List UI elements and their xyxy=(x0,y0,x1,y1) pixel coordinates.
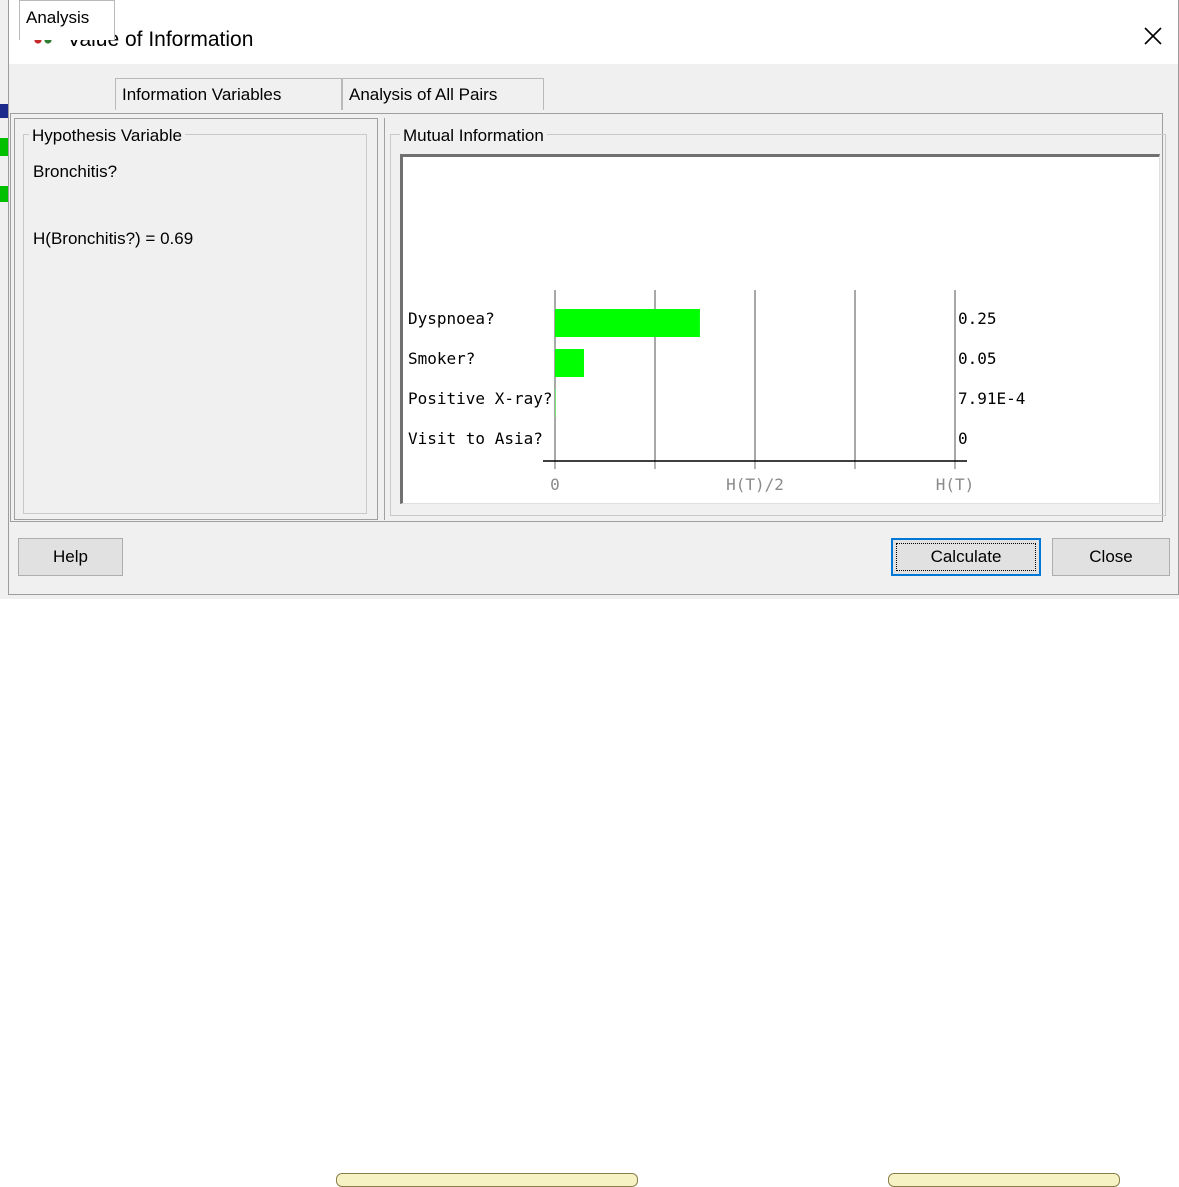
value-label: 0 xyxy=(958,429,968,448)
category-label: Positive X-ray? xyxy=(408,389,553,408)
help-button[interactable]: Help xyxy=(18,538,123,576)
category-label: Visit to Asia? xyxy=(408,429,543,448)
category-label: Smoker? xyxy=(408,349,475,368)
title-bar: Value of Information xyxy=(9,0,1178,64)
hypothesis-variable-name: Bronchitis? xyxy=(33,162,117,182)
tab-analysis-of-all-pairs[interactable]: Analysis of All Pairs xyxy=(342,78,544,110)
x-tick-label: H(T) xyxy=(936,475,975,494)
hypothesis-entropy: H(Bronchitis?) = 0.69 xyxy=(33,229,193,249)
close-icon[interactable] xyxy=(1135,18,1171,54)
x-tick-label: H(T)/2 xyxy=(726,475,784,494)
value-label: 0.05 xyxy=(958,349,997,368)
background-mark xyxy=(0,138,8,156)
background-mark xyxy=(0,104,8,118)
tab-information-variables[interactable]: Information Variables xyxy=(115,78,342,110)
focus-ring xyxy=(896,543,1036,571)
mutual-information-chart: Dyspnoea? 0.25 Smoker? 0.05 Positive X-ray? 7… xyxy=(400,154,1160,504)
tab-analysis[interactable]: Analysis xyxy=(19,0,115,40)
mutual-information-legend: Mutual Information xyxy=(400,126,547,146)
chart-plot-area xyxy=(403,157,1159,503)
background-node xyxy=(336,1173,638,1187)
hypothesis-legend: Hypothesis Variable xyxy=(29,126,185,146)
bar-0 xyxy=(555,309,700,337)
value-label: 7.91E-4 xyxy=(958,389,1025,408)
hypothesis-group xyxy=(23,134,367,514)
background-node xyxy=(888,1173,1120,1187)
close-button[interactable]: Close xyxy=(1052,538,1170,576)
x-tick-label: 0 xyxy=(550,475,560,494)
calculate-button[interactable]: Calculate xyxy=(891,538,1041,576)
category-label: Dyspnoea? xyxy=(408,309,495,328)
bar-1 xyxy=(555,349,584,377)
background-mark xyxy=(0,186,8,202)
value-label: 0.25 xyxy=(958,309,997,328)
